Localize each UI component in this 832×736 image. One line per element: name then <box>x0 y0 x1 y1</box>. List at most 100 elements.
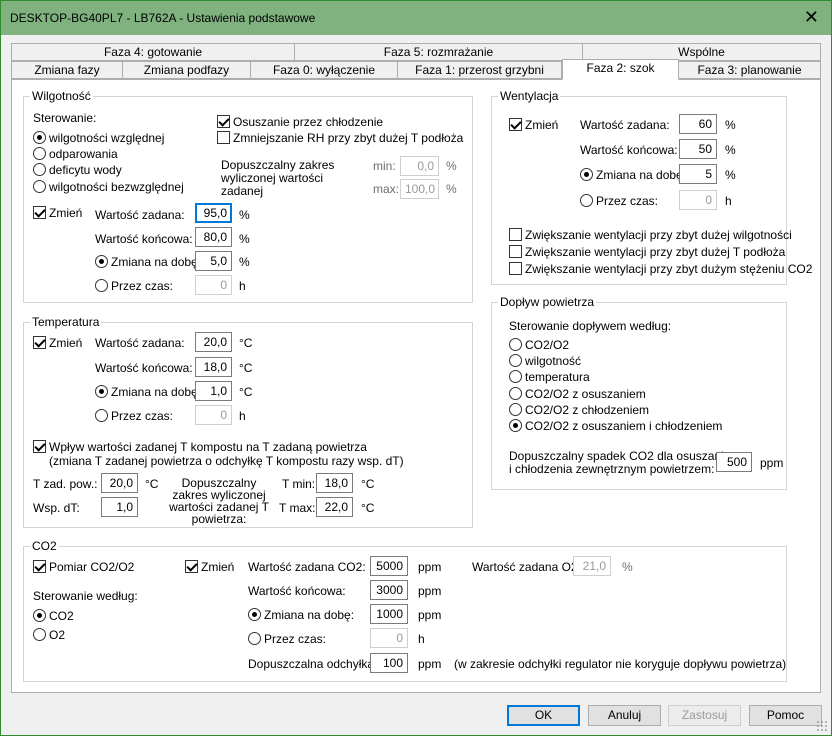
pomiar-label[interactable]: Pomiar CO2/O2 <box>49 560 134 574</box>
went-opt2-checkbox[interactable] <box>509 245 522 258</box>
co2-zmiana-input[interactable]: 1000 <box>370 604 408 624</box>
temp-koncowa-input[interactable]: 18,0 <box>195 357 232 377</box>
went-zadana-input[interactable]: 60 <box>679 114 717 134</box>
tab-faza-1[interactable]: Faza 1: przerost grzybni <box>397 61 562 79</box>
doplyw-radio-co2o2-label[interactable]: CO2/O2 <box>525 338 569 352</box>
wilg-przez-radio[interactable] <box>95 279 108 292</box>
pomiar-checkbox[interactable] <box>33 560 46 573</box>
o2-zadana-input[interactable]: 21,0 <box>573 556 611 576</box>
went-zmien-label[interactable]: Zmień <box>525 118 558 132</box>
co2-radio-co2-label[interactable]: CO2 <box>49 609 74 623</box>
temp-przez-input[interactable]: 0 <box>195 405 232 425</box>
co2-zmiana-radio[interactable] <box>248 608 261 621</box>
went-koncowa-input[interactable]: 50 <box>679 139 717 159</box>
co2-przez-label[interactable]: Przez czas: <box>264 632 326 646</box>
co2-zadana-input[interactable]: 5000 <box>370 556 408 576</box>
wilg-radio-wzgledna[interactable] <box>33 131 46 144</box>
co2-radio-o2-label[interactable]: O2 <box>49 628 65 642</box>
wilg-radio-deficytu[interactable] <box>33 163 46 176</box>
tab-faza-2[interactable]: Faza 2: szok <box>562 59 679 80</box>
tmax-input[interactable]: 22,0 <box>316 497 353 517</box>
temp-zmien-label[interactable]: Zmień <box>49 336 82 350</box>
wilg-zmiana-radio[interactable] <box>95 255 108 268</box>
wilg-max-input[interactable]: 100,0 <box>400 179 439 199</box>
tab-faza-4[interactable]: Faza 4: gotowanie <box>11 43 295 61</box>
co2-radio-o2[interactable] <box>33 628 46 641</box>
zmniejszanie-rh-checkbox[interactable] <box>217 131 230 144</box>
went-opt2-label[interactable]: Zwiększanie wentylacji przy zbyt dużej T… <box>525 245 785 259</box>
osuszanie-checkbox[interactable] <box>217 115 230 128</box>
resize-grip-icon[interactable] <box>816 720 828 732</box>
wilg-radio-bezwzgledna[interactable] <box>33 180 46 193</box>
went-przez-radio[interactable] <box>580 194 593 207</box>
tmin-input[interactable]: 18,0 <box>316 473 353 493</box>
wilg-przez-label[interactable]: Przez czas: <box>111 279 173 293</box>
ok-button[interactable]: OK <box>507 705 580 726</box>
tzad-input[interactable]: 20,0 <box>101 473 138 493</box>
doplyw-radio-wilgotnosc[interactable] <box>509 354 522 367</box>
wilg-zadana-input[interactable]: 95,0 <box>195 203 232 223</box>
tab-faza-5[interactable]: Faza 5: rozmrażanie <box>294 43 583 61</box>
wilg-zmien-checkbox[interactable] <box>33 206 46 219</box>
doplyw-radio-wilgotnosc-label[interactable]: wilgotność <box>525 354 581 368</box>
wilg-min-input[interactable]: 0,0 <box>400 156 439 176</box>
title-bar[interactable]: DESKTOP-BG40PL7 - LB762A - Ustawienia po… <box>1 1 831 35</box>
went-opt1-checkbox[interactable] <box>509 228 522 241</box>
wilg-radio-deficytu-label[interactable]: deficytu wody <box>49 163 122 177</box>
zmniejszanie-rh-label[interactable]: Zmniejszanie RH przy zbyt dużej T podłoż… <box>233 131 463 145</box>
tab-zmiana-fazy[interactable]: Zmiana fazy <box>11 61 123 79</box>
wilg-przez-input[interactable]: 0 <box>195 275 232 295</box>
wilg-koncowa-input[interactable]: 80,0 <box>195 227 232 247</box>
tab-faza-0[interactable]: Faza 0: wyłączenie <box>250 61 398 79</box>
help-button[interactable]: Pomoc <box>749 705 822 726</box>
temp-przez-label[interactable]: Przez czas: <box>111 409 173 423</box>
went-zmien-checkbox[interactable] <box>509 118 522 131</box>
doplyw-radio-osuszaniem-chlodzeniem[interactable] <box>509 419 522 432</box>
co2-zmien-checkbox[interactable] <box>185 560 198 573</box>
went-opt1-label[interactable]: Zwiększanie wentylacji przy zbyt dużej w… <box>525 228 792 242</box>
wilg-radio-odparowania[interactable] <box>33 147 46 160</box>
co2-koncowa-input[interactable]: 3000 <box>370 580 408 600</box>
apply-button[interactable]: Zastosuj <box>668 705 741 726</box>
went-zmiana-label[interactable]: Zmiana na dobę: <box>596 168 686 182</box>
doplyw-radio-chlodzeniem-label[interactable]: CO2/O2 z chłodzeniem <box>525 403 649 417</box>
went-przez-input[interactable]: 0 <box>679 190 717 210</box>
doplyw-radio-osuszaniem-label[interactable]: CO2/O2 z osuszaniem <box>525 387 646 401</box>
wilg-radio-wzgledna-label[interactable]: wilgotności względnej <box>49 131 164 145</box>
went-opt3-label[interactable]: Zwiększanie wentylacji przy zbyt dużym s… <box>525 262 812 276</box>
doplyw-radio-co2o2[interactable] <box>509 338 522 351</box>
wilg-zmiana-input[interactable]: 5,0 <box>195 251 232 271</box>
temp-zmiana-input[interactable]: 1,0 <box>195 381 232 401</box>
temp-zmien-checkbox[interactable] <box>33 336 46 349</box>
co2-przez-radio[interactable] <box>248 632 261 645</box>
tab-zmiana-podfazy[interactable]: Zmiana podfazy <box>122 61 251 79</box>
doplyw-radio-osuszaniem[interactable] <box>509 387 522 400</box>
went-zmiana-radio[interactable] <box>580 168 593 181</box>
wilg-zmiana-label[interactable]: Zmiana na dobę: <box>111 255 201 269</box>
temp-zmiana-label[interactable]: Zmiana na dobę: <box>111 385 201 399</box>
temp-przez-radio[interactable] <box>95 409 108 422</box>
cancel-button[interactable]: Anuluj <box>588 705 661 726</box>
wplyw-checkbox[interactable] <box>33 440 46 453</box>
odchylka-input[interactable]: 100 <box>370 653 408 673</box>
doplyw-radio-osuszaniem-chlodzeniem-label[interactable]: CO2/O2 z osuszaniem i chłodzeniem <box>525 419 722 433</box>
wilg-radio-odparowania-label[interactable]: odparowania <box>49 147 118 161</box>
wilg-radio-bezwzgledna-label[interactable]: wilgotności bezwzględnej <box>49 180 184 194</box>
doplyw-radio-chlodzeniem[interactable] <box>509 403 522 416</box>
tab-faza-3[interactable]: Faza 3: planowanie <box>678 61 821 79</box>
close-icon[interactable]: ✕ <box>804 7 819 27</box>
doplyw-radio-temperatura-label[interactable]: temperatura <box>525 370 590 384</box>
spadek-input[interactable]: 500 <box>716 452 752 472</box>
co2-przez-input[interactable]: 0 <box>370 628 408 648</box>
wplyw-label-line1[interactable]: Wpływ wartości zadanej T kompostu na T z… <box>49 440 367 454</box>
went-opt3-checkbox[interactable] <box>509 262 522 275</box>
wsp-input[interactable]: 1,0 <box>101 497 138 517</box>
co2-zmiana-label[interactable]: Zmiana na dobę: <box>264 608 354 622</box>
wilg-zmien-label[interactable]: Zmień <box>49 206 82 220</box>
wplyw-label-line2[interactable]: (zmiana T zadanej powietrza o odchyłkę T… <box>49 454 404 468</box>
co2-radio-co2[interactable] <box>33 609 46 622</box>
co2-zmien-label[interactable]: Zmień <box>201 560 234 574</box>
temp-zadana-input[interactable]: 20,0 <box>195 332 232 352</box>
went-przez-label[interactable]: Przez czas: <box>596 194 658 208</box>
doplyw-radio-temperatura[interactable] <box>509 370 522 383</box>
